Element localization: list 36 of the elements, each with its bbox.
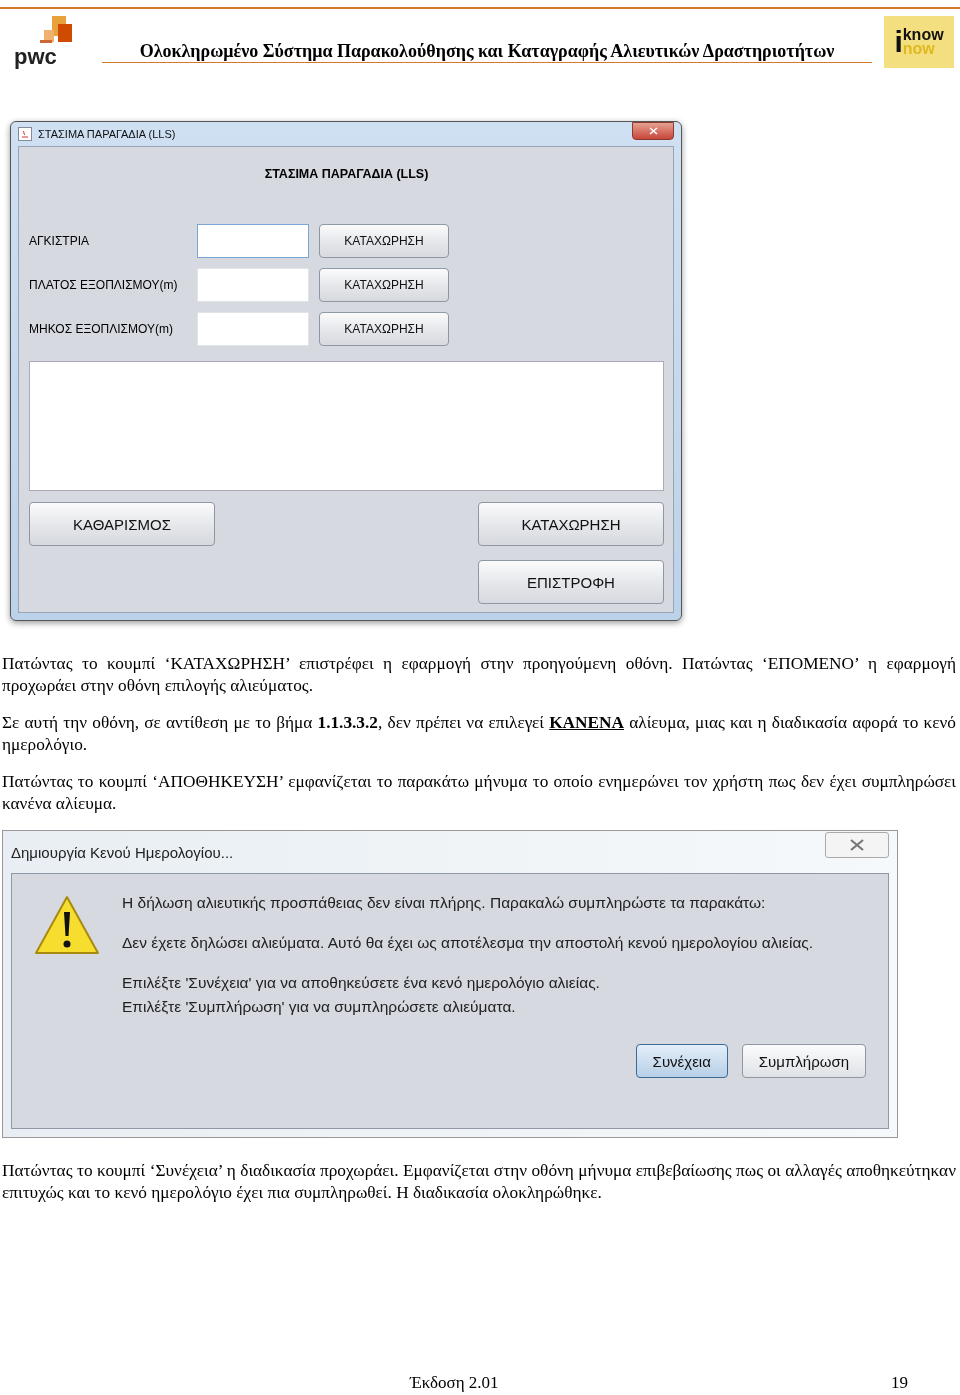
message-text: Δεν έχετε δηλώσει αλιεύματα. Αυτό θα έχει ως αποτέλεσμα την αποστολή κενού ημερολογίου αλιείας. [122, 934, 815, 952]
close-button[interactable] [632, 122, 674, 140]
paragraph: Πατώντας το κουμπί ‘ΑΠΟΘΗΚΕΥΣΗ’ εμφανίζεται το παρακάτω μήνυμα το οποίο ενημερώνει τον χρήστη πως δεν έχει συμπληρώσει κανένα αλίευμα. [1, 771, 957, 815]
window-title: ΣΤΑΣΙΜΑ ΠΑΡΑΓΑΔΙΑ (LLS) [38, 128, 176, 140]
version-text: Έκδοση 2.01 [410, 1373, 499, 1393]
dialog-button[interactable]: Συνέχεια [635, 1044, 728, 1078]
document-title: Ολοκληρωμένο Σύστημα Παρακολούθησης και Καταγραφής Αλιευτικών Δραστηριοτήτων [138, 41, 836, 62]
blocks-icon [38, 16, 74, 44]
close-button[interactable] [825, 832, 889, 858]
back-button[interactable]: ΕΠΙΣΤΡΟΦΗ [478, 560, 664, 604]
close-icon [850, 839, 864, 851]
register-button[interactable]: ΚΑΤΑΧΩΡΗΣΗ [319, 312, 449, 346]
form-heading: ΣΤΑΣΙΜΑ ΠΑΡΑΓΑΔΙΑ (LLS) [263, 167, 430, 181]
logo-text: now [902, 42, 936, 57]
paragraph: Πατώντας το κουμπί ‘ΚΑΤΑΧΩΡΗΣΗ’ επιστρέφει η εφαρμογή στην προηγούμενη οθόνη. Πατώντας ‘ΕΠΟΜΕΝΟ’ η εφαρμογή προχωράει στην οθόνη επιλογής αλιεύματος. [1, 653, 957, 697]
logo-letter: i [894, 27, 903, 57]
warning-icon [34, 894, 100, 956]
input-field[interactable] [197, 224, 309, 258]
page-number: 19 [891, 1373, 908, 1393]
logo-text: know [902, 27, 944, 42]
register-button[interactable]: ΚΑΤΑΧΩΡΗΣΗ [319, 224, 449, 258]
dialog-title: Δημιουργία Κενού Ημερολογίου... [11, 843, 234, 861]
logo-text: pwc [14, 46, 57, 68]
dialog-button[interactable]: Συμπλήρωση [741, 1044, 866, 1078]
field-label: ΜΗΚΟΣ ΕΞΟΠΛΙΣΜΟΥ(m) [29, 322, 174, 336]
message-text: Επιλέξτε 'Συνέχεια' για να αποθηκεύσετε ένα κενό ημερολόγιο αλιείας. [122, 974, 601, 992]
close-icon [648, 127, 658, 135]
register-button[interactable]: ΚΑΤΑΧΩΡΗΣΗ [319, 268, 449, 302]
clear-button[interactable]: ΚΑΘΑΡΙΣΜΟΣ [29, 502, 215, 546]
paragraph: Πατώντας το κουμπί ‘Συνέχεια’ η διαδικασία προχωράει. Εμφανίζεται στην οθόνη μήνυμα επιβεβαίωσης πως οι αλλαγές αποθηκεύτηκαν επιτυχώς και το κενό ημερολόγιο έχει πια συμπληρωθεί. Η διαδικασία ολοκληρώθηκε. [1, 1160, 957, 1204]
register-button[interactable]: ΚΑΤΑΧΩΡΗΣΗ [478, 502, 664, 546]
message-text: Η δήλωση αλιευτικής προσπάθειας δεν είναι πλήρης. Παρακαλώ συμπληρώστε τα παρακάτω: [122, 894, 767, 912]
paragraph: Σε αυτή την οθόνη, σε αντίθεση με το βήμα 1.1.3.3.2, δεν πρέπει να επιλεγεί ΚΑΝΕΝΑ αλίευμα, μιας και η διαδικασία αφορά το κενό ημερολόγιο. [1, 712, 957, 756]
field-label: ΑΓΚΙΣΤΡΙΑ [29, 234, 91, 248]
field-label: ΠΛΑΤΟΣ ΕΞΟΠΛΙΣΜΟΥ(m) [29, 278, 179, 292]
message-text: Επιλέξτε 'Συμπλήρωση' για να συμπληρώσετε αλιεύματα. [122, 998, 517, 1016]
